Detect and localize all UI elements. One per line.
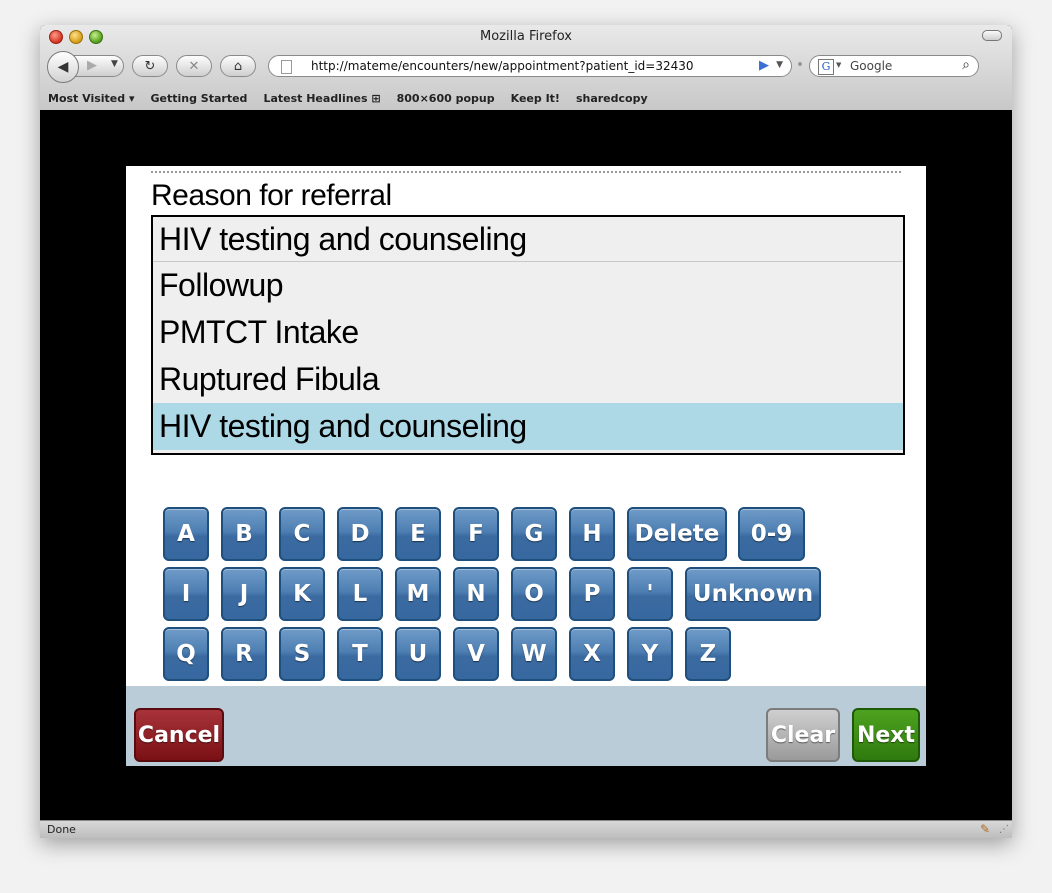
status-bar: Done ✎ ⋰ [40,820,1012,838]
key-p[interactable]: P [569,567,615,621]
browser-chrome: Mozilla Firefox ◀ ▶ ▼ ↻ ✕ ⌂ http://matem… [40,25,1012,111]
key-v[interactable]: V [453,627,499,681]
google-engine-icon[interactable]: G [818,59,834,75]
key-o[interactable]: O [511,567,557,621]
button-bar: Cancel Clear Next [126,686,926,766]
key-unknown[interactable]: Unknown [685,567,821,621]
cancel-button[interactable]: Cancel [134,708,224,762]
key-delete[interactable]: Delete [627,507,727,561]
question-label: Reason for referral [151,179,392,212]
key-x[interactable]: X [569,627,615,681]
key-i[interactable]: I [163,567,209,621]
key-q[interactable]: Q [163,627,209,681]
divider [151,171,901,173]
key-k[interactable]: K [279,567,325,621]
page-icon [281,60,292,74]
key-u[interactable]: U [395,627,441,681]
clear-button[interactable]: Clear [766,708,840,762]
title-bar: Mozilla Firefox [40,25,1012,47]
selected-value-field[interactable]: HIV testing and counseling [153,217,903,262]
status-text: Done [47,823,76,836]
next-button[interactable]: Next [852,708,920,762]
bookmark-keep-it[interactable]: Keep It! [511,92,560,105]
bookmark-sharedcopy[interactable]: sharedcopy [576,92,648,105]
key-e[interactable]: E [395,507,441,561]
address-bar[interactable]: http://mateme/encounters/new/appointment… [268,55,792,77]
bookmark-800x600-popup[interactable]: 800×600 popup [397,92,495,105]
options-listbox: HIV testing and counseling Followup PMTC… [151,215,905,455]
bookmark-latest-headlines[interactable]: Latest Headlines ⊞ [263,92,380,105]
back-button[interactable]: ◀ [47,51,79,83]
key-s[interactable]: S [279,627,325,681]
key-h[interactable]: H [569,507,615,561]
stop-button[interactable]: ✕ [176,55,212,77]
reload-icon: ↻ [144,58,156,74]
key-w[interactable]: W [511,627,557,681]
key-f[interactable]: F [453,507,499,561]
search-bar[interactable]: G ▼ Google ⌕ [809,55,979,77]
reload-button[interactable]: ↻ [132,55,168,77]
url-text[interactable]: http://mateme/encounters/new/appointment… [311,59,694,73]
url-dropdown-icon[interactable]: ▼ [776,60,783,70]
resize-grip-icon[interactable]: ⋰ [999,824,1009,835]
key-r[interactable]: R [221,627,267,681]
key-b[interactable]: B [221,507,267,561]
toolbar-toggle-button[interactable] [982,30,1002,41]
touchscreen-panel: Reason for referral HIV testing and coun… [126,166,926,766]
key-c[interactable]: C [279,507,325,561]
key-l[interactable]: L [337,567,383,621]
key-numbers[interactable]: 0-9 [738,507,805,561]
back-arrow-icon: ◀ [57,59,69,75]
key-apostrophe[interactable]: ' [627,567,673,621]
engine-dropdown-icon[interactable]: ▼ [836,61,841,69]
browser-window: Mozilla Firefox ◀ ▶ ▼ ↻ ✕ ⌂ http://matem… [40,25,1012,838]
bookmarks-toolbar: Most Visited ▾ Getting Started Latest He… [40,87,1012,109]
key-y[interactable]: Y [627,627,673,681]
bookmark-most-visited[interactable]: Most Visited ▾ [48,92,135,105]
history-dropdown-icon[interactable]: ▼ [111,59,118,69]
search-input[interactable]: Google [850,59,892,73]
key-j[interactable]: J [221,567,267,621]
option-pmtct-intake[interactable]: PMTCT Intake [153,309,903,356]
key-t[interactable]: T [337,627,383,681]
option-followup[interactable]: Followup [153,262,903,309]
key-a[interactable]: A [163,507,209,561]
key-n[interactable]: N [453,567,499,621]
toolbar-separator [798,62,802,66]
home-button[interactable]: ⌂ [220,55,256,77]
back-forward-group: ◀ ▶ ▼ [47,51,124,83]
bookmark-getting-started[interactable]: Getting Started [151,92,248,105]
option-hiv-testing-selected[interactable]: HIV testing and counseling [153,403,903,450]
forward-button[interactable]: ▶ [87,58,97,73]
page-viewport: Reason for referral HIV testing and coun… [40,110,1012,820]
window-title: Mozilla Firefox [480,29,572,44]
addon-status-icon[interactable]: ✎ [980,822,990,836]
go-arrow-icon[interactable]: ▶ [759,58,769,73]
home-icon: ⌂ [233,58,243,74]
search-icon[interactable]: ⌕ [962,57,970,73]
key-z[interactable]: Z [685,627,731,681]
key-g[interactable]: G [511,507,557,561]
option-ruptured-fibula[interactable]: Ruptured Fibula [153,356,903,403]
stop-icon: ✕ [188,58,200,74]
key-d[interactable]: D [337,507,383,561]
key-m[interactable]: M [395,567,441,621]
